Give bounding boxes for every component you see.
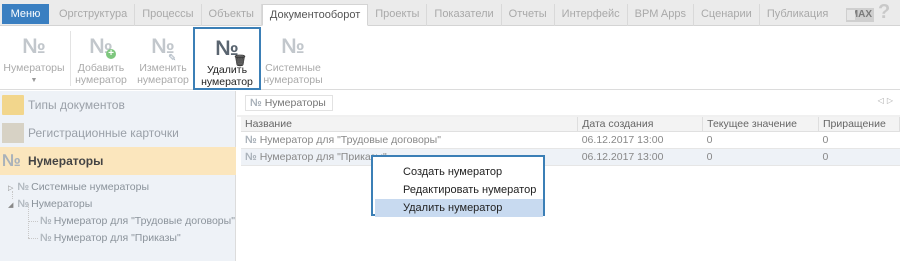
chevron-down-icon: ▼ [30, 77, 38, 84]
nav-registration-cards[interactable]: Регистрационные карточки [0, 119, 236, 147]
menu-item-create-numerator[interactable]: Создать нумератор [375, 163, 543, 181]
tree-node-label: Нумераторы [31, 198, 93, 210]
nav-document-types[interactable]: Типы документов [0, 91, 236, 119]
tab-bpm-apps[interactable]: BPM Apps [628, 4, 694, 26]
nav-numerators-label: Нумераторы [28, 154, 104, 168]
folder-icon [2, 95, 24, 115]
tree-node-orders[interactable]: № Нумератор для "Приказы" [40, 230, 181, 247]
column-header-created[interactable]: Дата создания [577, 117, 704, 132]
table-header-row: Название Дата создания Текущее значение … [241, 117, 900, 132]
tree-connector [28, 238, 38, 239]
edit-numerator-button[interactable]: № ✎ Изменить нумератор [134, 27, 192, 90]
main-menu-button[interactable]: Меню [2, 4, 49, 24]
cell-created: 06.12.2017 13:00 [577, 148, 703, 166]
cell-increment: 0 [818, 131, 900, 149]
numerator-icon: № [40, 232, 52, 244]
tab-document-flow[interactable]: Документооборот [261, 4, 369, 26]
tab-reports[interactable]: Отчеты [502, 4, 555, 26]
numerator-icon: № [245, 150, 257, 163]
content-panel: № Нумераторы ◁▷ Название Дата создания Те… [237, 91, 900, 261]
add-numerator-button[interactable]: № + Добавить нумератор [72, 27, 130, 90]
column-header-current-value[interactable]: Текущее значение [702, 117, 819, 132]
help-icon[interactable]: ? [878, 1, 890, 24]
system-numerators-button[interactable]: № Системные нумераторы [263, 27, 323, 90]
tab-scenarios[interactable]: Сценарии [694, 4, 760, 26]
module-tabs: Оргструктура Процессы Объекты Документоо… [52, 4, 835, 26]
cell-current-value: 0 [702, 148, 819, 166]
column-header-increment[interactable]: Приращение [818, 117, 900, 132]
tab-publication[interactable]: Публикация [760, 4, 835, 26]
top-menu-bar: Меню Оргструктура Процессы Объекты Докум… [0, 0, 900, 26]
trash-icon: 🗑 [233, 55, 247, 67]
system-numerators-label-1: Системные [265, 62, 321, 74]
numerator-icon: № [17, 181, 30, 193]
numerator-icon: № [40, 215, 52, 227]
tab-projects[interactable]: Проекты [368, 4, 428, 26]
collapse-arrow-icon[interactable]: ◢ [8, 202, 13, 209]
menu-item-edit-numerator[interactable]: Редактировать нумератор [375, 181, 543, 199]
numerator-icon: № [2, 151, 21, 170]
edit-numerator-icon: № ✎ [134, 32, 192, 64]
tab-objects[interactable]: Объекты [202, 4, 262, 26]
nav-document-types-label: Типы документов [28, 98, 125, 112]
numerator-icon: № [245, 133, 257, 146]
table-row-selected[interactable]: № Нумератор для "Приказы" 06.12.2017 13:0… [241, 148, 900, 166]
tab-indicators[interactable]: Показатели [427, 4, 502, 26]
numerators-dropdown-button[interactable]: № Нумераторы ▼ [2, 27, 66, 90]
tree-node-labor-contracts[interactable]: № Нумератор для "Трудовые договоры" [40, 213, 235, 230]
menu-item-delete-numerator[interactable]: Удалить нумератор [375, 199, 543, 217]
tree-node-numerators[interactable]: ◢ № Нумераторы [8, 196, 92, 213]
cell-increment: 0 [818, 148, 900, 166]
tab-orgstructure[interactable]: Оргструктура [52, 4, 136, 26]
tab-processes[interactable]: Процессы [135, 4, 202, 26]
tab-label: Нумераторы [264, 97, 326, 109]
delete-numerator-icon: № 🗑 [195, 34, 259, 67]
numerator-icon: № [22, 35, 46, 58]
numerator-icon: № [250, 97, 262, 109]
edit-numerator-label-2: нумератор [137, 74, 189, 86]
nav-numerators[interactable]: № Нумераторы [0, 147, 236, 175]
delete-numerator-label-2: нумератор [201, 76, 253, 88]
add-numerator-icon: № + [72, 32, 130, 62]
numerators-table: Название Дата создания Текущее значение … [241, 117, 900, 166]
add-numerator-label-2: нумератор [75, 74, 127, 86]
max-badge[interactable]: MAX [846, 8, 874, 22]
delete-numerator-label-1: Удалить [206, 64, 248, 76]
tab-scroll-arrows[interactable]: ◁▷ [878, 96, 896, 105]
tree-node-label: Нумератор для "Трудовые договоры" [53, 215, 235, 227]
table-row[interactable]: № Нумератор для "Трудовые договоры" 06.12… [241, 131, 900, 149]
registration-card-icon [2, 123, 24, 143]
numerators-label: Нумераторы [3, 62, 65, 74]
tab-numerators-list[interactable]: № Нумераторы [245, 95, 333, 111]
left-navigation-panel: Типы документов Регистрационные карточки… [0, 91, 236, 261]
ribbon-separator [70, 31, 71, 86]
add-numerator-label-1: Добавить [77, 62, 125, 74]
cell-name: № Нумератор для "Трудовые договоры" [241, 131, 578, 149]
expand-arrow-icon[interactable]: ▷ [8, 185, 13, 192]
pencil-icon: ✎ [168, 53, 177, 64]
context-menu: Создать нумератор Редактировать нумерато… [371, 155, 545, 217]
column-header-name[interactable]: Название [241, 117, 579, 132]
cell-current-value: 0 [702, 131, 819, 149]
tree-node-label: Нумератор для "Приказы" [53, 232, 181, 244]
plus-icon: + [106, 49, 116, 59]
tab-interface[interactable]: Интерфейс [555, 4, 628, 26]
tree-node-label: Системные нумераторы [31, 181, 150, 193]
edit-numerator-label-1: Изменить [139, 62, 187, 74]
tree-connector [28, 221, 38, 222]
tree-node-system-numerators[interactable]: ▷ № Системные нумераторы [8, 179, 149, 196]
system-numerators-label-2: нумераторы [263, 74, 323, 86]
nav-registration-cards-label: Регистрационные карточки [28, 126, 179, 140]
system-numerator-icon: № [281, 35, 305, 58]
delete-numerator-button[interactable]: № 🗑 Удалить нумератор [193, 27, 261, 90]
cell-created: 06.12.2017 13:00 [577, 131, 703, 149]
numerator-icon: № [17, 198, 30, 210]
ribbon-toolbar: № Нумераторы ▼ № + Добавить нумератор № ✎ … [0, 27, 900, 90]
